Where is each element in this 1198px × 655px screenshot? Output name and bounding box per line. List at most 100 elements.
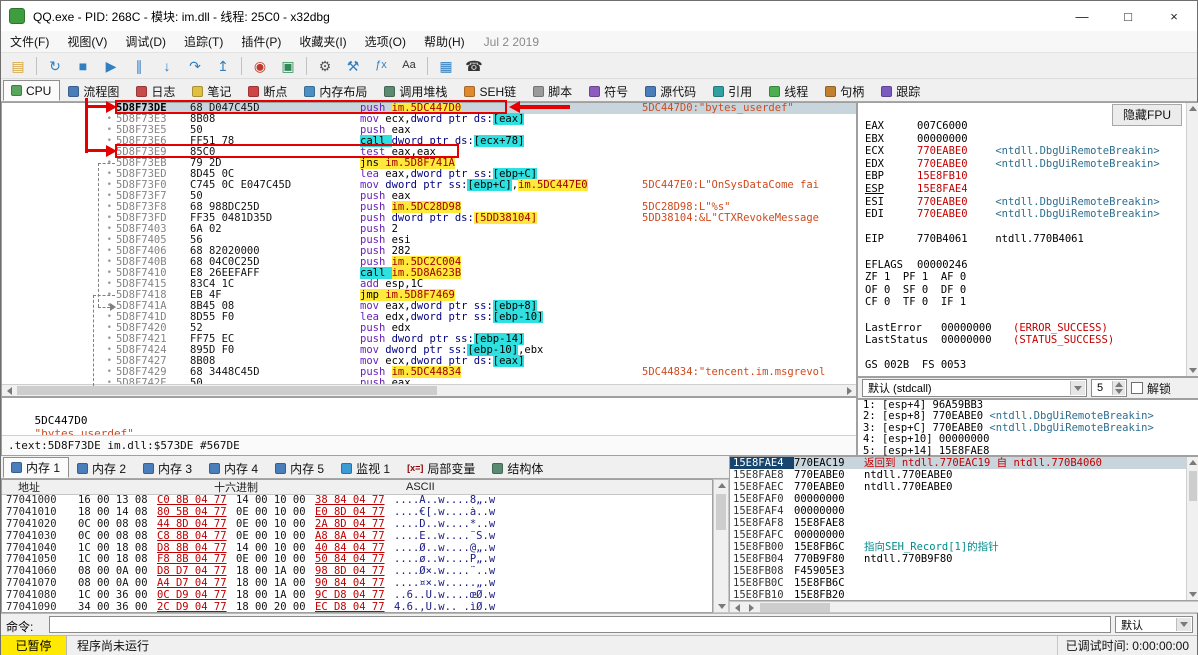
tab-call-stack[interactable]: 调用堆栈 — [376, 80, 456, 101]
scroll-down-icon[interactable] — [1187, 365, 1198, 376]
register-line[interactable]: EDX 770EABE0 <ntdll.DbgUiRemoteBreakin> — [858, 158, 1186, 171]
scroll-thumb[interactable] — [1189, 471, 1197, 501]
tab-cpu[interactable]: CPU — [3, 80, 61, 101]
register-value[interactable]: 00000246 — [917, 259, 989, 272]
register-line[interactable]: EIP 770B4061 ntdll.770B4061 — [858, 233, 1186, 246]
stack-row[interactable]: 15E8FAE8 770EABE0 ntdll.770EABE0 — [730, 469, 1186, 481]
functions-button[interactable]: ƒx — [368, 55, 394, 77]
register-value[interactable]: 15E8FAE4 — [917, 183, 989, 196]
breakpoint-dot[interactable]: • — [2, 136, 116, 147]
tab-source[interactable]: 源代码 — [637, 80, 705, 101]
chevron-down-icon[interactable] — [1176, 618, 1191, 631]
register-line[interactable]: EFLAGS 00000246 — [858, 259, 1186, 272]
register-line[interactable]: EBX 00000000 — [858, 133, 1186, 146]
menu-item-t[interactable]: 追踪(T) — [175, 30, 232, 53]
scroll-thumb[interactable] — [760, 603, 830, 612]
spin-down-icon[interactable] — [1115, 389, 1123, 394]
stack-row[interactable]: 15E8FAE4 770EAC19 返回到 ntdll.770EAC19 自 ntd… — [730, 457, 1186, 469]
tab-dump-2[interactable]: 内存 2 — [69, 457, 135, 478]
scroll-thumb[interactable] — [17, 386, 437, 395]
stack-row[interactable]: 15E8FAF4 00000000 — [730, 505, 1186, 517]
register-value[interactable]: 15E8FB10 — [917, 170, 989, 183]
spin-up-icon[interactable] — [1115, 382, 1123, 387]
stack-row[interactable]: 15E8FB10 15E8FB20 — [730, 589, 1186, 600]
tab-struct[interactable]: 结构体 — [484, 457, 552, 478]
scroll-right-icon[interactable] — [842, 385, 856, 396]
register-value[interactable]: 00000000 — [917, 133, 989, 146]
stack-row[interactable]: 15E8FAF0 00000000 — [730, 493, 1186, 505]
tab-handles[interactable]: 句柄 — [817, 80, 873, 101]
chevron-down-icon[interactable] — [1070, 381, 1085, 395]
stack-row[interactable]: 15E8FB08 F45905E3 — [730, 565, 1186, 577]
tab-references[interactable]: 引用 — [705, 80, 761, 101]
stack-row[interactable]: 15E8FB00 15E8FB6C 指向SEH_Record[1]的指针 — [730, 541, 1186, 553]
breakpoint-dot[interactable]: • — [2, 367, 116, 378]
scroll-up-icon[interactable] — [1187, 457, 1198, 468]
menu-item-o[interactable]: 选项(O) — [356, 30, 415, 53]
open-file-button[interactable]: ▤ — [5, 55, 31, 77]
register-value[interactable]: 770B4061 — [917, 233, 989, 246]
menu-item-f[interactable]: 文件(F) — [1, 30, 58, 53]
menu-item-i[interactable]: 收藏夹(I) — [290, 30, 355, 53]
breakpoint-dot[interactable]: • — [2, 334, 116, 345]
stack-row[interactable]: 15E8FAF8 15E8FAE8 — [730, 517, 1186, 529]
scroll-left-icon[interactable] — [730, 602, 744, 613]
calling-convention-select[interactable]: 默认 (stdcall) — [862, 379, 1087, 397]
tab-graph[interactable]: 流程图 — [60, 80, 128, 101]
tab-breakpoints[interactable]: 断点 — [240, 80, 296, 101]
unlock-checkbox[interactable] — [1131, 382, 1143, 394]
tab-symbols[interactable]: 符号 — [581, 80, 637, 101]
plugins-button[interactable]: ⚒ — [340, 55, 366, 77]
register-line[interactable]: EBP 15E8FB10 — [858, 170, 1186, 183]
breakpoint-dot[interactable]: • — [2, 114, 116, 125]
stack-row[interactable]: 15E8FAEC 770EABE0 ntdll.770EABE0 — [730, 481, 1186, 493]
remote-button[interactable]: ☎ — [461, 55, 487, 77]
scroll-left-icon[interactable] — [2, 385, 16, 396]
register-value[interactable]: 770EABE0 — [917, 145, 989, 158]
breakpoint-dot[interactable]: • — [2, 125, 116, 136]
register-value[interactable]: 770EABE0 — [917, 208, 989, 221]
close-button[interactable]: × — [1151, 1, 1197, 31]
tab-notes[interactable]: 笔记 — [184, 80, 240, 101]
tab-script[interactable]: 脚本 — [525, 80, 581, 101]
register-line[interactable]: ESI 770EABE0 <ntdll.DbgUiRemoteBreakin> — [858, 196, 1186, 209]
tab-memory-map[interactable]: 内存布局 — [296, 80, 376, 101]
menu-item-h[interactable]: 帮助(H) — [415, 30, 474, 53]
restart-button[interactable]: ↻ — [42, 55, 68, 77]
register-value[interactable]: 007C6000 — [917, 120, 989, 133]
step-into-button[interactable]: ↓ — [154, 55, 180, 77]
menu-item-d[interactable]: 调试(D) — [116, 30, 175, 53]
dump-row[interactable]: 77041010 18 00 14 08 80 5B 04 77 0E 00 10 0… — [2, 506, 712, 519]
minimize-button[interactable]: — — [1059, 1, 1105, 31]
scroll-right-icon[interactable] — [744, 602, 758, 613]
command-scope-select[interactable]: 默认 — [1115, 616, 1193, 633]
trace-record-button[interactable]: ▣ — [275, 55, 301, 77]
register-line[interactable]: ESP 15E8FAE4 — [858, 183, 1186, 196]
stack-row[interactable]: 15E8FAFC 00000000 — [730, 529, 1186, 541]
dump-vscrollbar[interactable] — [713, 479, 729, 613]
menu-item-v[interactable]: 视图(V) — [58, 30, 116, 53]
stack-row[interactable]: 15E8FB0C 15E8FB6C — [730, 577, 1186, 589]
breakpoint-dot[interactable]: • — [2, 312, 116, 323]
maximize-button[interactable]: □ — [1105, 1, 1151, 31]
hide-fpu-button[interactable]: 隐藏FPU — [1111, 104, 1182, 126]
register-line[interactable]: ECX 770EABE0 <ntdll.DbgUiRemoteBreakin> — [858, 145, 1186, 158]
scroll-thumb[interactable] — [716, 494, 726, 530]
argument-row[interactable]: 4: [esp+10] 00000000 — [858, 433, 1198, 445]
breakpoint-dot[interactable]: • — [2, 345, 116, 356]
pause-button[interactable]: ∥ — [126, 55, 152, 77]
tab-threads[interactable]: 线程 — [761, 80, 817, 101]
dump-row[interactable]: 77041020 0C 00 08 08 44 8D 04 77 0E 00 10 0… — [2, 518, 712, 531]
scroll-down-icon[interactable] — [1187, 589, 1198, 600]
scroll-down-icon[interactable] — [715, 601, 729, 612]
menu-item-p[interactable]: 插件(P) — [232, 30, 290, 53]
tab-dump-4[interactable]: 内存 4 — [201, 457, 267, 478]
settings-button[interactable]: ⚙ — [312, 55, 338, 77]
stack-hscrollbar[interactable] — [729, 601, 1198, 613]
tab-dump-1[interactable]: 内存 1 — [3, 457, 70, 478]
calculator-button[interactable]: ▦ — [433, 55, 459, 77]
dump-row[interactable]: 77041030 0C 00 08 08 C8 8B 04 77 0E 00 10 0… — [2, 530, 712, 543]
stop-button[interactable]: ■ — [70, 55, 96, 77]
step-over-button[interactable]: ↷ — [182, 55, 208, 77]
tab-dump-5[interactable]: 内存 5 — [267, 457, 333, 478]
